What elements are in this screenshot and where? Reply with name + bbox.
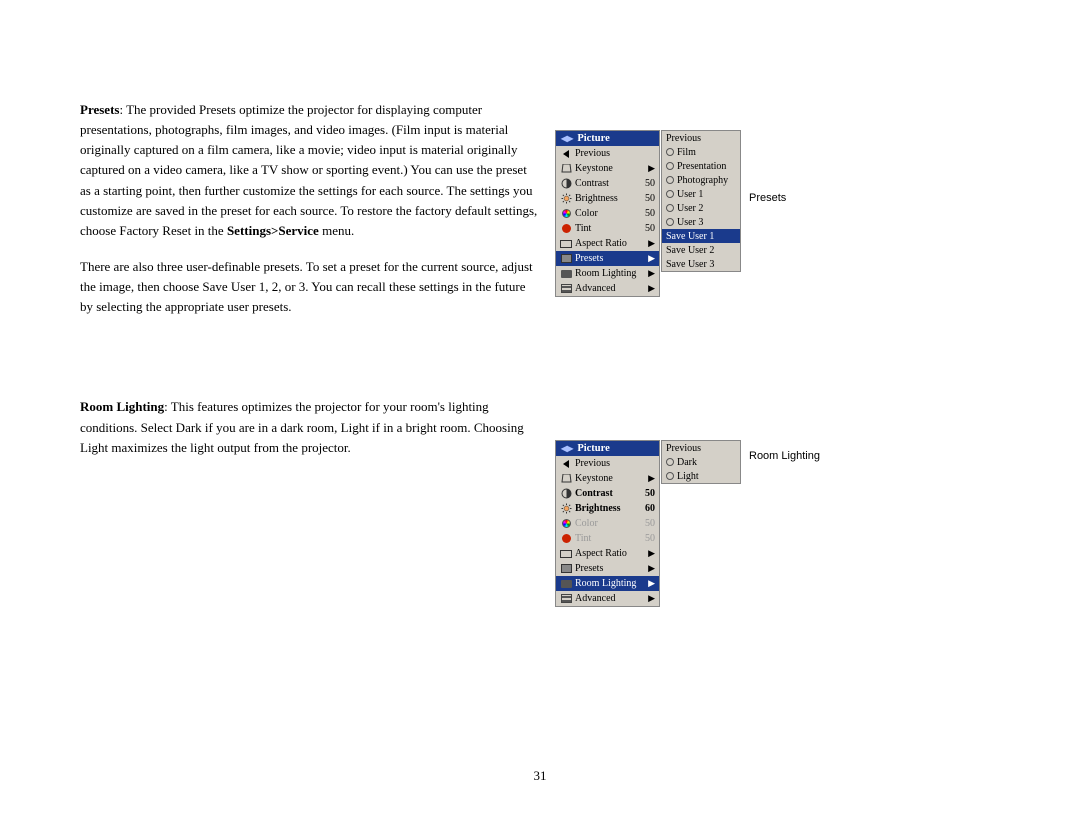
aspect-ratio-icon — [560, 238, 572, 250]
radio-user3 — [666, 218, 674, 226]
menu2-row-room-lighting: Room Lighting ▶ — [556, 576, 659, 591]
menu2-row-keystone: Keystone ▶ — [556, 471, 659, 486]
menu1-row-advanced: Advanced ▶ — [556, 281, 659, 296]
contrast-icon — [560, 178, 572, 190]
picture-menu-1: ◀▶ Picture Previous Keystone ▶ — [555, 130, 660, 297]
submenu-film: Film — [662, 145, 740, 159]
submenu2-previous: Previous — [662, 441, 740, 455]
menu2-row-presets: Presets ▶ — [556, 561, 659, 576]
radio-presentation — [666, 162, 674, 170]
settings-service-link: Settings>Service — [227, 223, 319, 238]
presets-submenu: Previous Film Presentation Photography U… — [661, 130, 741, 272]
radio-film — [666, 148, 674, 156]
presets-screenshot: ◀▶ Picture Previous Keystone ▶ — [555, 130, 786, 297]
menu1-row-aspect-ratio: Aspect Ratio ▶ — [556, 236, 659, 251]
menu1-title: Picture — [577, 133, 609, 144]
room-lighting-submenu: Previous Dark Light — [661, 440, 741, 484]
presets-label: Presets — [749, 190, 786, 204]
room-lighting-title: Room Lighting — [80, 399, 164, 414]
brightness-icon — [560, 193, 572, 205]
title-dots: ◀▶ — [561, 134, 573, 143]
keystone-icon-2 — [560, 473, 572, 485]
menu1-row-keystone: Keystone ▶ — [556, 161, 659, 176]
menu2-row-tint: Tint 50 — [556, 531, 659, 546]
submenu-user2: User 2 — [662, 201, 740, 215]
radio-user1 — [666, 190, 674, 198]
submenu-user1: User 1 — [662, 187, 740, 201]
title-dots-2: ◀▶ — [561, 444, 573, 453]
page-number: 31 — [534, 768, 547, 784]
radio-photography — [666, 176, 674, 184]
presets-icon-2 — [560, 563, 572, 575]
menu2-row-contrast: Contrast 50 — [556, 486, 659, 501]
menu2-row-brightness: Brightness 60 — [556, 501, 659, 516]
submenu-save-user3: Save User 3 — [662, 257, 740, 271]
menu1-row-contrast: Contrast 50 — [556, 176, 659, 191]
arrow-left-icon-2 — [560, 458, 572, 470]
advanced-icon — [560, 283, 572, 295]
menu2-row-aspect-ratio: Aspect Ratio ▶ — [556, 546, 659, 561]
menu2-title: Picture — [577, 443, 609, 454]
tint-icon — [560, 223, 572, 235]
aspect-ratio-icon-2 — [560, 548, 572, 560]
room-lighting-screenshot: ◀▶ Picture Previous Keystone ▶ — [555, 440, 820, 607]
tint-icon-2 — [560, 533, 572, 545]
keystone-icon — [560, 163, 572, 175]
picture-menu-2: ◀▶ Picture Previous Keystone ▶ — [555, 440, 660, 607]
color-icon — [560, 208, 572, 220]
submenu-save-user2: Save User 2 — [662, 243, 740, 257]
presets-title: Presets — [80, 102, 119, 117]
menu-title-bar-2: ◀▶ Picture — [556, 441, 659, 456]
menu1-row-color: Color 50 — [556, 206, 659, 221]
roomlighting-icon — [560, 268, 572, 280]
menu1-row-presets: Presets ▶ — [556, 251, 659, 266]
radio-user2 — [666, 204, 674, 212]
radio-light — [666, 472, 674, 480]
room-lighting-label: Room Lighting — [749, 448, 820, 462]
contrast-icon-2 — [560, 488, 572, 500]
menu1-row-tint: Tint 50 — [556, 221, 659, 236]
submenu2-light: Light — [662, 469, 740, 483]
user-defined-paragraph: There are also three user-definable pres… — [80, 257, 540, 317]
menu2-row-color: Color 50 — [556, 516, 659, 531]
menu-title-bar-1: ◀▶ Picture — [556, 131, 659, 146]
submenu-previous: Previous — [662, 131, 740, 145]
arrow-left-icon — [560, 148, 572, 160]
submenu-photography: Photography — [662, 173, 740, 187]
page-content: Presets: The provided Presets optimize t… — [80, 100, 540, 474]
menu1-row-room-lighting: Room Lighting ▶ — [556, 266, 659, 281]
submenu-user3: User 3 — [662, 215, 740, 229]
room-lighting-paragraph: Room Lighting: This features optimizes t… — [80, 397, 540, 457]
menu2-row-advanced: Advanced ▶ — [556, 591, 659, 606]
advanced-icon-2 — [560, 593, 572, 605]
submenu-save-user1: Save User 1 — [662, 229, 740, 243]
submenu-presentation: Presentation — [662, 159, 740, 173]
menu2-row-previous: Previous — [556, 456, 659, 471]
presets-icon — [560, 253, 572, 265]
menu1-row-previous: Previous — [556, 146, 659, 161]
roomlighting-icon-2 — [560, 578, 572, 590]
presets-paragraph: Presets: The provided Presets optimize t… — [80, 100, 540, 241]
color-icon-2 — [560, 518, 572, 530]
radio-dark — [666, 458, 674, 466]
brightness-icon-2 — [560, 503, 572, 515]
submenu2-dark: Dark — [662, 455, 740, 469]
menu1-row-brightness: Brightness 50 — [556, 191, 659, 206]
